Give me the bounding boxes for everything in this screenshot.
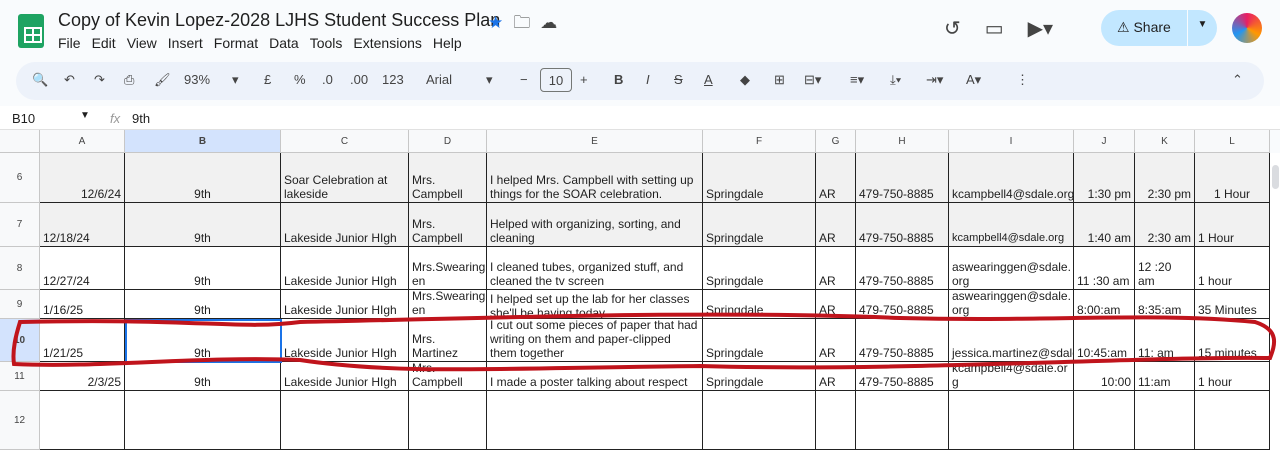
red-highlight-annotation — [11, 312, 1277, 372]
annotation-stroke — [11, 312, 1277, 372]
